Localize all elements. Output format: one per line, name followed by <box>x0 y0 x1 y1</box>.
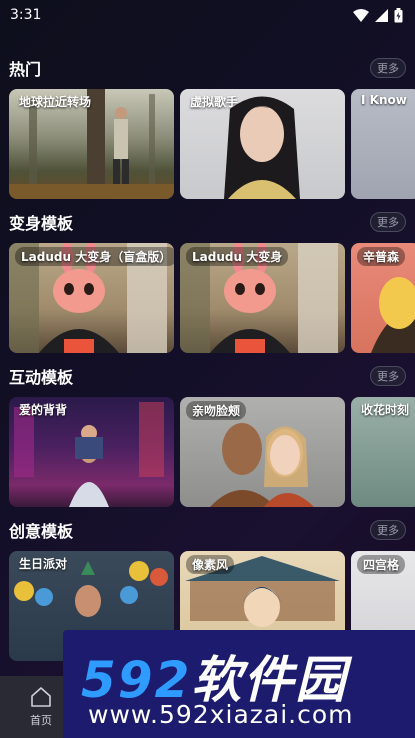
card-label: Ladudu 大变身 <box>186 247 289 266</box>
section-header: 创意模板 更多 <box>0 519 415 541</box>
battery-icon <box>394 7 403 22</box>
section-creative: 创意模板 更多 生日派对 像素风 四宫格 <box>0 519 415 661</box>
section-title: 互动模板 <box>9 368 74 387</box>
home-icon <box>31 687 51 707</box>
template-card[interactable]: 虚拟歌手 <box>180 89 345 199</box>
more-button[interactable]: 更多 <box>370 212 406 232</box>
status-time: 3:31 <box>10 7 42 23</box>
watermark-url: www.592xiazai.com <box>88 700 354 729</box>
template-card[interactable]: 亲吻脸颊 <box>180 397 345 507</box>
card-label: 爱的背背 <box>19 403 68 417</box>
section-header: 热门 更多 <box>0 57 415 79</box>
section-transform: 变身模板 更多 Ladudu 大变身（盲盒版） Ladudu 大变身 辛普森 <box>0 211 415 353</box>
more-button[interactable]: 更多 <box>370 366 406 386</box>
template-card[interactable]: 收花时刻 <box>351 397 415 507</box>
card-label: 生日派对 <box>19 557 68 571</box>
wifi-icon <box>353 8 369 22</box>
card-label: I Know <box>361 93 407 107</box>
template-card[interactable]: Ladudu 大变身（盲盒版） <box>9 243 174 353</box>
card-label: 地球拉近转场 <box>19 95 92 109</box>
template-card[interactable]: 爱的背背 <box>9 397 174 507</box>
nav-home-label: 首页 <box>30 714 52 727</box>
card-label: 虚拟歌手 <box>190 95 239 109</box>
card-row: 地球拉近转场 虚拟歌手 I Know <box>9 89 415 199</box>
card-label: 辛普森 <box>357 247 406 266</box>
card-label: 收花时刻 <box>361 403 410 417</box>
card-label: Ladudu 大变身（盲盒版） <box>15 247 174 266</box>
card-label: 亲吻脸颊 <box>186 401 247 420</box>
section-hot: 热门 更多 地球拉近转场 虚拟歌手 I Know <box>0 57 415 199</box>
section-title: 热门 <box>9 60 42 79</box>
section-interactive: 互动模板 更多 爱的背背 亲吻脸颊 收花时刻 <box>0 365 415 507</box>
template-card[interactable]: Ladudu 大变身 <box>180 243 345 353</box>
section-header: 互动模板 更多 <box>0 365 415 387</box>
template-card[interactable]: 地球拉近转场 <box>9 89 174 199</box>
nav-home[interactable]: 首页 <box>14 682 68 732</box>
status-bar: 3:31 <box>0 0 415 30</box>
template-card[interactable]: I Know <box>351 89 415 199</box>
signal-icon <box>375 8 388 22</box>
more-button[interactable]: 更多 <box>370 520 406 540</box>
card-row: Ladudu 大变身（盲盒版） Ladudu 大变身 辛普森 <box>9 243 415 353</box>
section-title: 创意模板 <box>9 522 74 541</box>
card-label: 像素风 <box>186 555 235 574</box>
watermark: 592软件园 www.592xiazai.com <box>63 630 415 738</box>
template-card[interactable]: 辛普森 <box>351 243 415 353</box>
card-row: 爱的背背 亲吻脸颊 收花时刻 <box>9 397 415 507</box>
more-button[interactable]: 更多 <box>370 58 406 78</box>
status-icons <box>353 7 403 23</box>
section-header: 变身模板 更多 <box>0 211 415 233</box>
section-title: 变身模板 <box>9 214 74 233</box>
card-label: 四宫格 <box>357 555 406 574</box>
